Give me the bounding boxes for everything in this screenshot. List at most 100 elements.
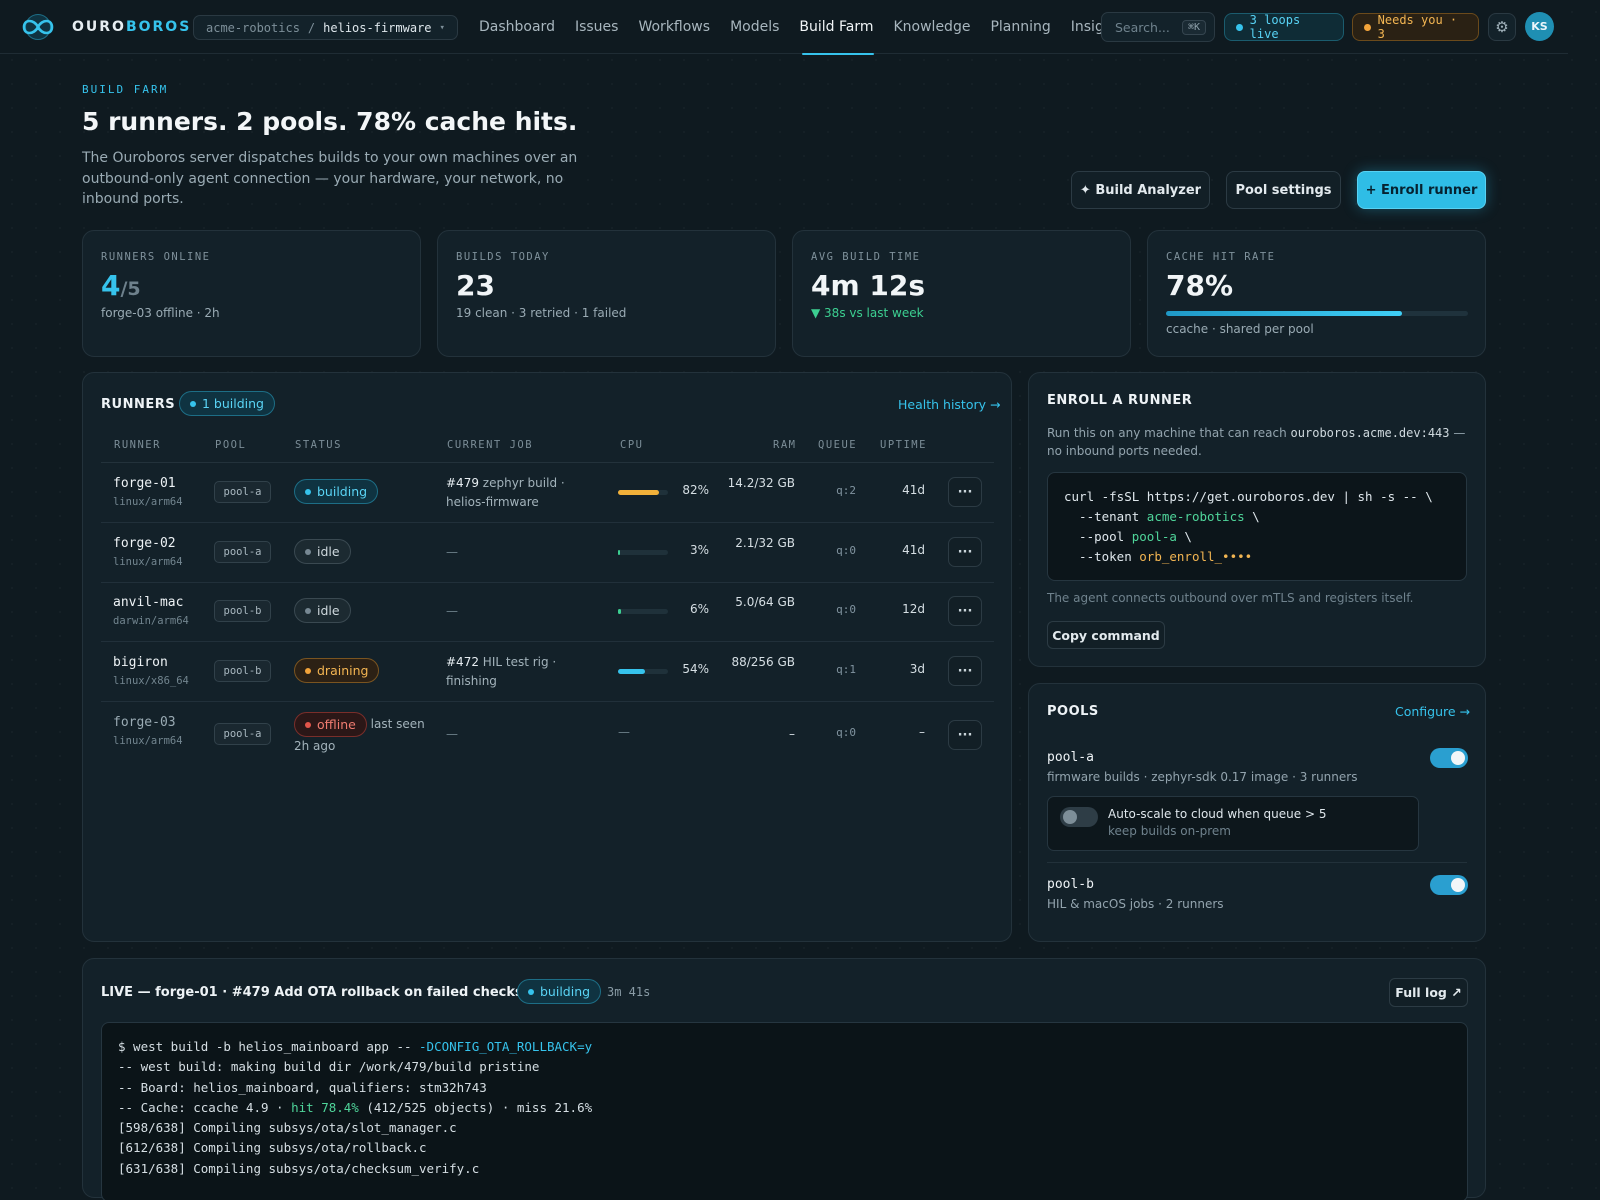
- cache-progress-fill: [1166, 311, 1402, 316]
- pool-settings-button[interactable]: Pool settings: [1226, 171, 1341, 209]
- nav-issues[interactable]: Issues: [575, 0, 619, 54]
- table-row[interactable]: anvil-mac darwin/arm64 pool-b idle — 6% …: [101, 582, 994, 642]
- runner-uptime: 12d: [902, 602, 925, 616]
- page-title: 5 runners. 2 pools. 78% cache hits.: [82, 107, 578, 136]
- search-input[interactable]: Search... ⌘K: [1101, 12, 1215, 42]
- health-history-link[interactable]: Health history →: [898, 397, 1000, 412]
- row-more-button[interactable]: ···: [948, 477, 982, 507]
- cpu-bar: [618, 490, 668, 495]
- live-build-panel: LIVE — forge-01 · #479 Add OTA rollback …: [82, 958, 1486, 1200]
- stat-sub: ccache · shared per pool: [1166, 322, 1314, 336]
- search-shortcut: ⌘K: [1181, 19, 1206, 35]
- enroll-description: Run this on any machine that can reach o…: [1047, 426, 1466, 458]
- row-more-button[interactable]: ···: [948, 537, 982, 567]
- runner-cpu: 3%: [689, 543, 709, 557]
- enroll-runner-button[interactable]: + Enroll runner: [1357, 171, 1486, 209]
- loops-live-label: 3 loops live: [1249, 13, 1301, 41]
- avatar[interactable]: KS: [1525, 12, 1554, 41]
- enroll-runner-panel: ENROLL A RUNNER Run this on any machine …: [1028, 372, 1486, 667]
- runner-job: —: [446, 727, 458, 741]
- stat-label: BUILDS TODAY: [456, 251, 550, 263]
- col-ram[interactable]: RAM: [773, 439, 796, 451]
- repo-name: helios-firmware: [323, 20, 432, 35]
- enroll-command[interactable]: curl -fsSL https://get.ouroboros.dev | s…: [1047, 472, 1467, 581]
- gear-icon[interactable]: ⚙: [1488, 13, 1516, 41]
- row-more-button[interactable]: ···: [948, 596, 982, 626]
- table-row[interactable]: forge-01 linux/arm64 pool-a building #47…: [101, 463, 994, 523]
- autoscale-toggle[interactable]: [1060, 807, 1098, 827]
- nav-knowledge[interactable]: Knowledge: [893, 0, 970, 54]
- configure-link[interactable]: Configure →: [1395, 704, 1470, 719]
- runner-job[interactable]: #472 HIL test rig · finishing: [446, 653, 606, 690]
- runners-panel: RUNNERS 1 building Health history → RUNN…: [82, 372, 1012, 942]
- build-log[interactable]: $ west build -b helios_mainboard app -- …: [101, 1022, 1468, 1200]
- runner-job[interactable]: #479 zephyr build · helios-firmware: [446, 474, 606, 511]
- row-more-button[interactable]: ···: [948, 720, 982, 750]
- page-eyebrow: BUILD FARM: [82, 83, 169, 96]
- runner-queue: q:1: [836, 663, 856, 676]
- pools-panel: POOLS Configure → pool-a firmware builds…: [1028, 683, 1486, 942]
- col-current-job[interactable]: CURRENT JOB: [447, 439, 533, 451]
- runner-pool: pool-a: [214, 541, 271, 563]
- live-title: LIVE — forge-01 · #479 Add OTA rollback …: [101, 985, 546, 1000]
- pool-a-toggle[interactable]: [1430, 748, 1468, 768]
- runner-job: —: [446, 545, 458, 559]
- col-pool[interactable]: POOL: [215, 439, 246, 451]
- row-more-button[interactable]: ···: [948, 656, 982, 686]
- runner-ram: –: [789, 727, 795, 741]
- status-dot-icon: [305, 488, 311, 495]
- table-row[interactable]: forge-02 linux/arm64 pool-a idle — 3% 2.…: [101, 523, 994, 583]
- runner-ram: 5.0/64 GB: [735, 595, 795, 609]
- stat-value: 4m 12s: [811, 269, 926, 302]
- needs-you-label: Needs you · 3: [1377, 13, 1458, 41]
- nav-workflows[interactable]: Workflows: [638, 0, 710, 54]
- logo[interactable]: OUROBOROS: [16, 13, 191, 41]
- search-placeholder: Search...: [1115, 19, 1170, 35]
- runner-uptime: –: [919, 725, 925, 739]
- status-badge: idle: [294, 598, 351, 623]
- cpu-bar-fill: [618, 550, 620, 555]
- runner-uptime: 41d: [902, 483, 925, 497]
- pool-b-toggle[interactable]: [1430, 875, 1468, 895]
- repo-switcher[interactable]: acme-robotics / helios-firmware ▾: [193, 15, 458, 40]
- nav-planning[interactable]: Planning: [990, 0, 1050, 54]
- col-queue[interactable]: QUEUE: [818, 439, 857, 451]
- col-cpu[interactable]: CPU: [620, 439, 643, 451]
- status-dot-icon: [305, 607, 311, 614]
- col-runner[interactable]: RUNNER: [114, 439, 161, 451]
- status-badge: offline: [294, 712, 367, 737]
- nav-models[interactable]: Models: [730, 0, 779, 54]
- pools-title: POOLS: [1047, 704, 1099, 719]
- stat-runners-online: RUNNERS ONLINE 4/5 forge-03 offline · 2h: [82, 230, 421, 357]
- stat-sub: 19 clean · 3 retried · 1 failed: [456, 306, 627, 320]
- live-elapsed: 3m 41s: [607, 985, 651, 999]
- build-analyzer-button[interactable]: ✦ Build Analyzer: [1071, 171, 1210, 209]
- stat-cache-hit-rate: CACHE HIT RATE 78% ccache · shared per p…: [1147, 230, 1486, 357]
- full-log-button[interactable]: Full log ↗: [1389, 978, 1468, 1007]
- needs-you-pill[interactable]: Needs you · 3: [1352, 13, 1479, 41]
- col-status[interactable]: STATUS: [295, 439, 342, 451]
- loops-live-pill[interactable]: 3 loops live: [1224, 13, 1344, 41]
- stat-label: RUNNERS ONLINE: [101, 251, 211, 263]
- nav-dashboard[interactable]: Dashboard: [479, 0, 555, 54]
- cpu-bar-fill: [618, 490, 659, 495]
- status-badge: draining: [294, 658, 380, 683]
- runner-queue: q:0: [836, 726, 856, 739]
- runner-os: linux/arm64: [113, 496, 183, 508]
- table-row[interactable]: bigiron linux/x86_64 pool-b draining #47…: [101, 642, 994, 702]
- table-row[interactable]: forge-03 linux/arm64 pool-a offline last…: [101, 702, 994, 768]
- status-dot-icon: [305, 721, 311, 728]
- autoscale-option: Auto-scale to cloud when queue > 5 keep …: [1047, 796, 1419, 851]
- runner-status: idle: [294, 539, 351, 564]
- stat-label: CACHE HIT RATE: [1166, 251, 1276, 263]
- col-uptime[interactable]: UPTIME: [880, 439, 927, 451]
- nav-build-farm[interactable]: Build Farm: [799, 0, 875, 55]
- runner-ram: 14.2/32 GB: [727, 476, 795, 490]
- copy-command-button[interactable]: Copy command: [1047, 621, 1165, 649]
- enroll-note: The agent connects outbound over mTLS an…: [1047, 591, 1414, 605]
- cpu-bar-fill: [618, 609, 621, 614]
- autoscale-title: Auto-scale to cloud when queue > 5: [1108, 807, 1327, 821]
- building-count-badge: 1 building: [179, 391, 275, 416]
- cache-progress-bar: [1166, 311, 1468, 316]
- runner-name: forge-01: [113, 476, 176, 491]
